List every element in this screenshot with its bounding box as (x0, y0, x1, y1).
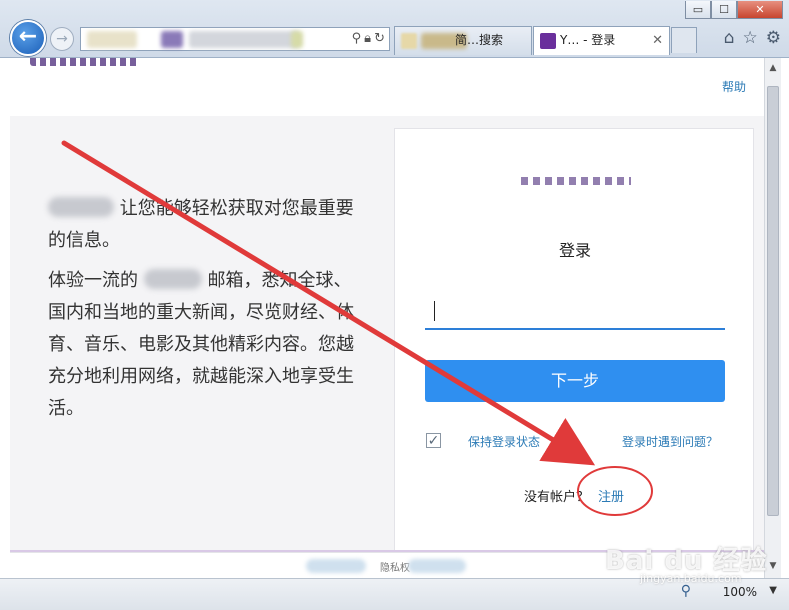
tab-favicon (401, 33, 417, 49)
scroll-thumb[interactable] (767, 86, 779, 516)
lock-icon[interactable]: 🔒︎ (364, 30, 371, 48)
no-account-text: 没有帐户？ (524, 490, 590, 505)
redacted-footer-link (408, 559, 466, 573)
intro-paragraph-2-text: 邮箱，悉知全球、国内和当地的重大新闻，尽览财经、体育、音乐、电影及其他精彩内容。… (48, 270, 354, 419)
page-viewport: 帮助 让您能够轻松获取对您最重要的信息。 体验一流的 邮箱，悉知全球、国内和当地… (10, 58, 764, 552)
gear-icon[interactable]: ⚙ (766, 28, 781, 48)
new-tab-button[interactable] (671, 27, 697, 53)
redacted-url (161, 31, 183, 48)
star-icon[interactable]: ☆ (743, 28, 758, 48)
close-window-button[interactable]: ✕ (737, 1, 783, 19)
login-card: 登录 下一步 ✓ 保持登录状态 登录时遇到问题？ 没有帐户？ 注册 (394, 128, 754, 552)
keep-signed-in-checkbox[interactable]: ✓ (426, 433, 441, 449)
text-caret (434, 301, 435, 321)
address-bar-icons: ⚲ 🔒︎ ↻ (352, 30, 385, 48)
intro-paragraph-1: 让您能够轻松获取对您最重要的信息。 (48, 193, 368, 257)
intro-paragraph-2-head: 体验一流的 (48, 270, 138, 291)
back-button[interactable]: ← (10, 20, 46, 56)
redacted-footer-link (306, 559, 366, 573)
tab-label: 简…搜索 (455, 33, 504, 47)
browser-toolbar: ▭ ☐ ✕ ← → ⚲ 🔒︎ ↻ 简…搜索 Y… - 登录 ✕ ⌂ ☆ ⚙ (0, 0, 789, 58)
keep-signed-in-label[interactable]: 保持登录状态 (468, 433, 540, 450)
help-link[interactable]: 帮助 (722, 78, 746, 95)
login-title: 登录 (558, 241, 591, 260)
forward-button[interactable]: → (50, 27, 74, 51)
watermark-url: jingyan.baidu.com (640, 572, 742, 585)
chevron-down-icon[interactable]: ▼ (769, 585, 777, 596)
page-header: 帮助 (10, 58, 764, 116)
register-link[interactable]: 注册 (598, 486, 624, 505)
zoom-level[interactable]: 100% (723, 585, 757, 599)
window-controls: ▭ ☐ ✕ (685, 1, 783, 19)
zoom-icon: ⚲ (680, 583, 691, 599)
search-icon[interactable]: ⚲ (352, 30, 362, 48)
next-button[interactable]: 下一步 (425, 360, 725, 402)
redacted-url (87, 31, 137, 48)
tab-search[interactable]: 简…搜索 (394, 26, 532, 55)
refresh-icon[interactable]: ↻ (374, 30, 385, 48)
browser-tools: ⌂ ☆ ⚙ (724, 28, 781, 48)
address-bar[interactable]: ⚲ 🔒︎ ↻ (80, 27, 390, 51)
intro-paragraph-2: 体验一流的 邮箱，悉知全球、国内和当地的重大新闻，尽览财经、体育、音乐、电影及其… (48, 265, 368, 425)
scroll-up-icon[interactable]: ▲ (765, 60, 781, 76)
minimize-button[interactable]: ▭ (685, 1, 711, 19)
redacted-brand (143, 269, 202, 289)
maximize-button[interactable]: ☐ (711, 1, 737, 19)
tab-favicon (540, 33, 556, 49)
username-input[interactable] (425, 294, 725, 330)
privacy-link[interactable]: 隐私权 (380, 559, 410, 574)
arrow-left-icon: ← (18, 24, 38, 49)
intro-text: 让您能够轻松获取对您最重要的信息。 体验一流的 邮箱，悉知全球、国内和当地的重大… (48, 193, 368, 425)
sign-in-trouble-link[interactable]: 登录时遇到问题？ (622, 433, 718, 450)
home-icon[interactable]: ⌂ (724, 28, 735, 48)
arrow-right-icon: → (56, 31, 68, 47)
redacted-url (189, 31, 299, 48)
redacted-url (291, 31, 303, 48)
vertical-scrollbar[interactable]: ▲ ▼ (764, 58, 781, 578)
tab-login[interactable]: Y… - 登录 ✕ (533, 26, 670, 55)
site-logo[interactable] (30, 58, 140, 66)
close-tab-icon[interactable]: ✕ (652, 27, 663, 54)
tab-label: Y… - 登录 (560, 33, 616, 47)
check-icon: ✓ (427, 433, 440, 449)
redacted-brand (48, 197, 114, 217)
card-logo (521, 177, 631, 185)
